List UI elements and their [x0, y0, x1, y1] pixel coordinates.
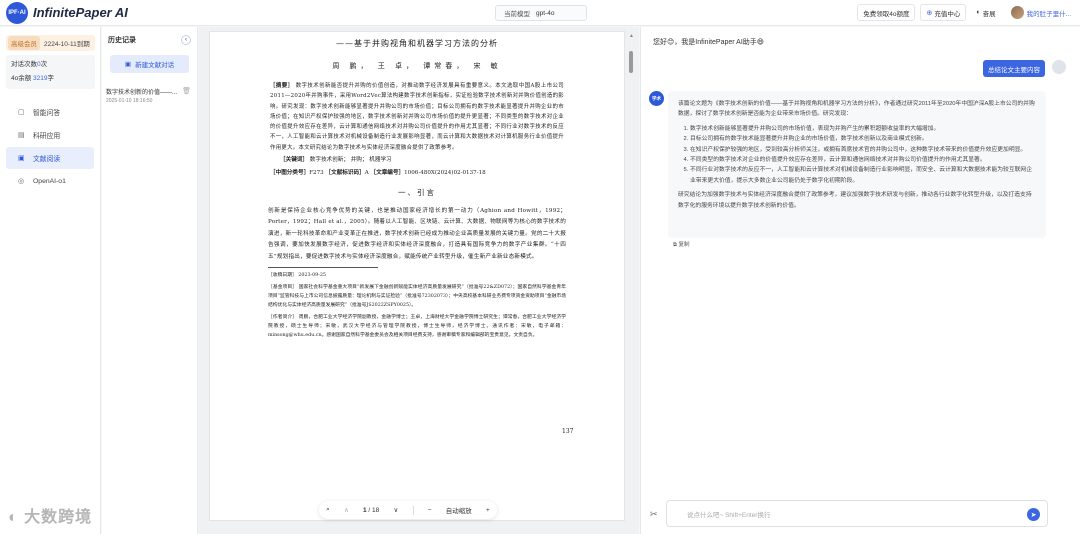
new-chat-icon: ▣	[124, 61, 132, 68]
member-badge: 高级会员 2224-10-11到期	[6, 35, 95, 51]
usage-4o: 4o余额 3219字	[11, 75, 55, 82]
member-tag: 高级会员	[8, 36, 40, 50]
book-icon: ▣	[18, 155, 25, 162]
logo[interactable]: IPF·AI InfinitePaper AI	[6, 1, 128, 24]
copy-icon: ⧉	[673, 242, 677, 248]
recharge-label: 充值中心	[934, 10, 961, 18]
zoom-in-icon[interactable]: +	[486, 507, 490, 514]
avatar	[1010, 6, 1024, 19]
pdf-page: ——基于并购视角和机器学习方法的分析 周 鹏， 王 卓， 谭常春， 宋 敏 ［摘…	[209, 31, 625, 521]
history-item[interactable]: 数字技术创新的价值——... 2025-01-10 18:16:50 🗑	[106, 87, 191, 104]
nav-list: ▢ 智能问答 ▤ 科研应用 ▣ 文献阅读 ◎ OpenAI-o1	[0, 101, 100, 192]
pdf-viewer: ——基于并购视角和机器学习方法的分析 周 鹏， 王 卓， 谭常春， 宋 敏 ［摘…	[199, 27, 639, 534]
section-heading: 一、引言	[398, 188, 436, 198]
page-indicator[interactable]: 1 / 18	[363, 507, 379, 514]
scissors-icon[interactable]: ✂	[650, 509, 658, 520]
logo-mark-icon: IPF·AI	[6, 1, 28, 24]
history-item-title: 数字技术创新的价值——...	[106, 90, 178, 96]
chat-input[interactable]: 说点什么吧~ Shift+Enter换行 ➤	[666, 500, 1048, 527]
zoom-select[interactable]: 自动缩放	[446, 505, 472, 515]
chat-panel: 您好😊，我是InfinitePaper AI助手😄 总结论文主要内容 学术 该篇…	[640, 27, 1080, 534]
trash-icon[interactable]: 🗑	[182, 87, 191, 104]
zoom-out-icon[interactable]: −	[428, 507, 432, 514]
chat-greeting: 您好😊，我是InfinitePaper AI助手😄	[653, 39, 765, 46]
brand-label: 奋展	[982, 10, 996, 18]
member-expire: 2224-10-11到期	[44, 41, 90, 48]
copy-button[interactable]: ⧉ 复制	[673, 240, 689, 249]
paper-keywords: ［关键词］ 数字技术创新； 并购； 机器学习	[280, 157, 392, 164]
scroll-up-icon[interactable]: ▲	[629, 33, 634, 39]
chat-input-placeholder: 说点什么吧~ Shift+Enter换行	[687, 511, 771, 519]
history-item-time: 2025-01-10 18:16:50	[106, 98, 153, 104]
paper-classification: ［中图分类号］F273 ［文献标识码］A ［文章编号］1006-480X(202…	[270, 170, 486, 177]
user-avatar-icon	[1052, 60, 1066, 74]
pdf-scrollbar[interactable]	[629, 51, 633, 73]
search-icon[interactable]: ⌕	[326, 506, 330, 514]
new-chat-button[interactable]: ▣ 新建文献对话	[110, 55, 189, 73]
bot-point-list: 数字技术创新能够显著提升并购公司的市场价值，表现为并购产生的累积超额收益率的大幅…	[690, 124, 1036, 186]
paper-subtitle: ——基于并购视角和机器学习方法的分析	[336, 39, 498, 48]
nav-item-qa[interactable]: ▢ 智能问答	[6, 101, 94, 123]
bot-point: 不同行业对数字技术的反应不一，人工智能和云计算技术对机械设备制造行业影响明显，而…	[690, 165, 1036, 186]
top-bar: IPF·AI InfinitePaper AI 当前模型 gpt-4o 免费领取…	[0, 0, 1080, 26]
bot-avatar-icon: 学术	[649, 91, 664, 106]
chat-icon: ▢	[18, 109, 25, 116]
o1-icon: ◎	[18, 178, 25, 185]
nav-item-literature[interactable]: ▣ 文献阅读	[6, 147, 94, 169]
usage-dialog: 对话次数0次	[11, 61, 48, 68]
main-sidebar: 高级会员 2224-10-11到期 对话次数0次 4o余额 3219字 ▢ 智能问…	[0, 27, 101, 534]
bot-point: 不同类型的数字技术对企业的价值提升效应存在差异，云计算和通信网络技术对并购公司价…	[690, 155, 1036, 165]
usage-panel: 对话次数0次 4o余额 3219字	[6, 55, 95, 89]
footnote-fund: ［基金项目］ 国家社会科学基金重大项目“新发展下金融创新赋能实体经济高质量发展研…	[268, 285, 567, 309]
free-quota-label: 免费领取4o额度	[863, 10, 910, 18]
recharge-icon: ⊕	[926, 9, 933, 17]
pdf-toolbar: ⌕ ∧ 1 / 18 ∨ − 自动缩放 +	[319, 501, 497, 519]
paper-body: 创新是保持企业核心竞争优势的关键，也是推动国家经济增长的第一动力（Aghion …	[268, 208, 566, 260]
free-quota-button[interactable]: 免费领取4o额度	[857, 4, 916, 21]
bot-point: 目标公司拥有的数字技术能显著提升并购企业的市场价值，数字技术创新以及商业模式创新…	[690, 134, 1036, 144]
brand-button[interactable]: ◐ 奋展	[971, 4, 1001, 21]
app-name: InfinitePaper AI	[33, 5, 128, 20]
footnote-author: ［作者简介］ 周鹏，合肥工业大学经济学院副教授，金融学博士；王卓，上海财经大学金…	[268, 315, 566, 339]
nav-item-o1[interactable]: ◎ OpenAI-o1	[6, 170, 94, 192]
history-panel: 历史记录 ‹ ▣ 新建文献对话 数字技术创新的价值——... 2025-01-10…	[102, 27, 198, 534]
model-label: 当前模型	[504, 11, 530, 18]
recharge-button[interactable]: ⊕ 充值中心	[920, 4, 967, 21]
bot-point: 数字技术创新能够显著提升并购公司的市场价值，表现为并购产生的累积超额收益率的大幅…	[690, 124, 1036, 134]
bot-point: 在知识产权保护较强的地区，受到较高分析师关注，或拥有首席技术官的并购公司中，这种…	[690, 145, 1036, 155]
next-page-icon[interactable]: ∨	[394, 506, 399, 514]
document-icon: ▤	[18, 132, 25, 139]
footnote-received: ［收稿日期］ 2023-09-25	[268, 273, 326, 279]
user-name: 我的肚子里什...	[1026, 10, 1071, 18]
user-message: 总结论文主要内容	[983, 60, 1045, 77]
paper-abstract: ［摘要］ 数字技术创新能否提升并购的价值创造，对推动数字经济发展具有重要意义。本…	[270, 83, 565, 151]
watermark: ◐ 大数跨境	[8, 509, 93, 526]
collapse-icon[interactable]: ‹	[181, 35, 191, 45]
model-value: gpt-4o	[536, 9, 555, 17]
send-icon[interactable]: ➤	[1027, 508, 1040, 521]
model-select[interactable]: 当前模型 gpt-4o	[495, 5, 587, 21]
bot-message: 该篇论文题为《数字技术创新的价值——基于并购视角和机器学习方法的分析》，作者通过…	[668, 91, 1046, 238]
prev-page-icon[interactable]: ∧	[344, 506, 349, 514]
footnote-divider	[268, 267, 378, 269]
paper-authors: 周 鹏， 王 卓， 谭常春， 宋 敏	[332, 62, 502, 70]
bot-intro: 该篇论文题为《数字技术创新的价值——基于并购视角和机器学习方法的分析》，作者通过…	[678, 101, 1035, 118]
page-number: 137	[562, 428, 574, 435]
nav-item-research[interactable]: ▤ 科研应用	[6, 124, 94, 146]
brand-icon: ◐	[976, 9, 981, 16]
history-title: 历史记录	[108, 37, 136, 44]
bot-conclusion: 研究结论为加强数字技术与实体经济深度融合提供了政策参考，建议加强数字技术研发与创…	[678, 192, 1032, 209]
user-menu[interactable]: 我的肚子里什...	[1005, 4, 1076, 21]
toolbar-divider	[412, 505, 414, 515]
